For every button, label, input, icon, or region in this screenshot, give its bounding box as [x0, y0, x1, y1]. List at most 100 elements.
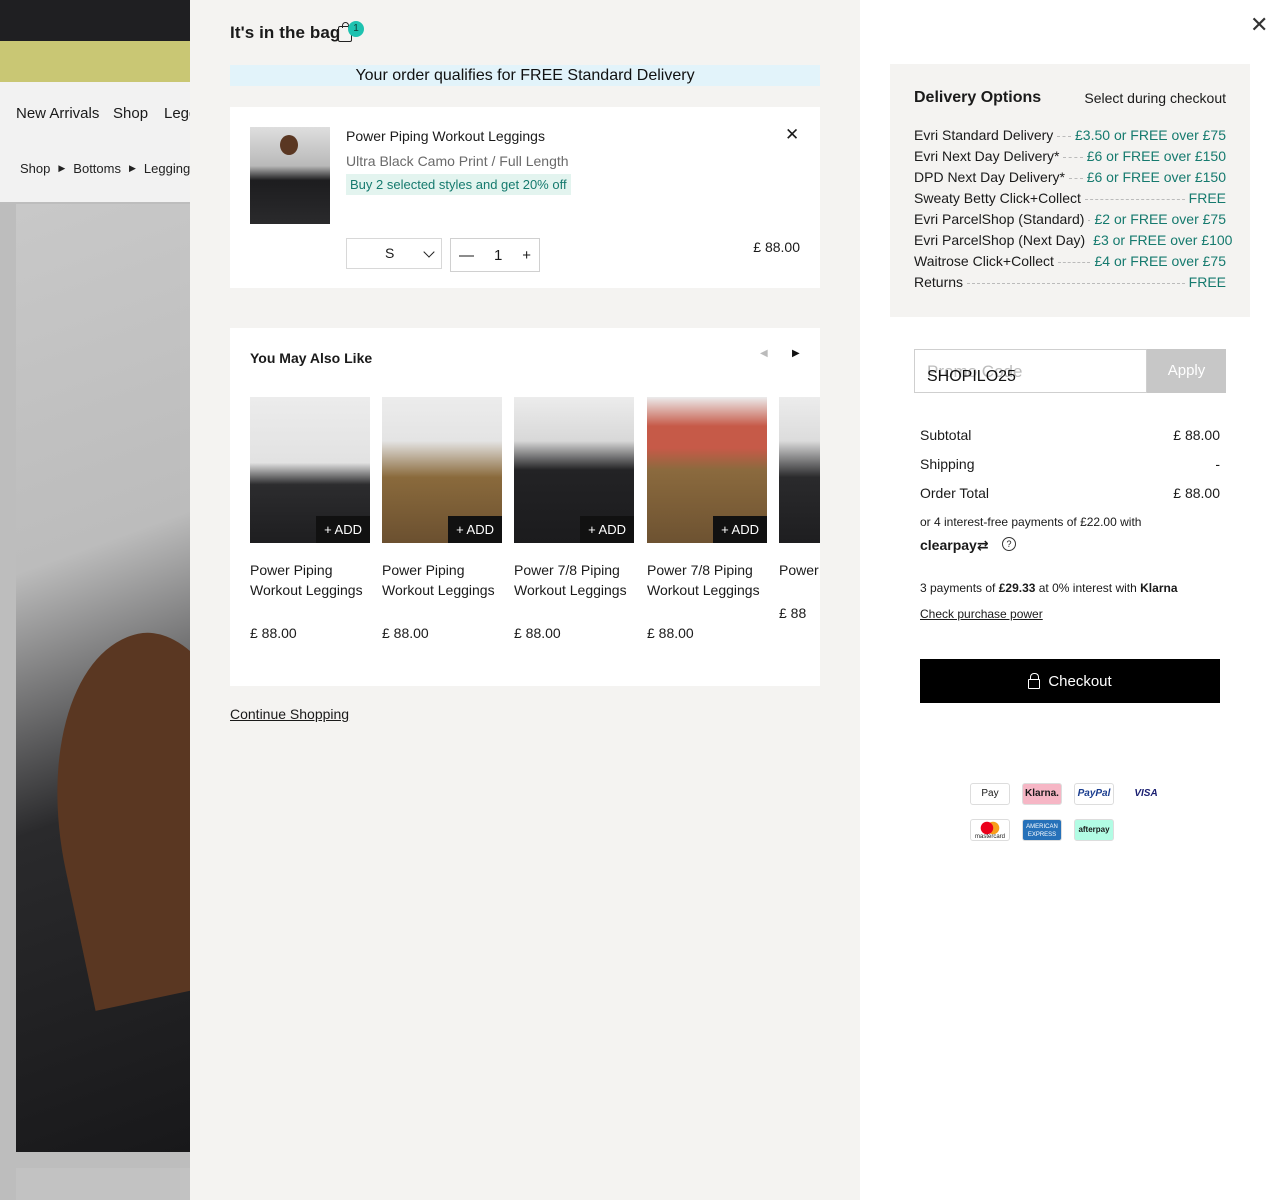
afterpay-icon: afterpay — [1074, 819, 1114, 841]
delivery-price: £6 or FREE over £150 — [1086, 148, 1226, 164]
continue-shopping-link[interactable]: Continue Shopping — [230, 706, 349, 722]
recommendations: You May Also Like ◀ ▶ + ADD Power Piping… — [230, 328, 820, 686]
product-name[interactable]: Power Piping Workout Leggings — [382, 560, 502, 600]
free-delivery-banner: Your order qualifies for FREE Standard D… — [230, 65, 820, 86]
recommended-product[interactable]: + ADD Power Piping Workout Leggings £ 88… — [250, 397, 370, 641]
size-value: S — [385, 245, 395, 261]
order-total-row: Order Total £ 88.00 — [920, 485, 1220, 501]
delivery-title: Delivery Options — [914, 89, 1042, 106]
delivery-row: Returns FREE — [914, 274, 1226, 290]
leader-dots — [967, 283, 1185, 284]
klarna-middle: at 0% interest with — [1035, 581, 1141, 595]
product-price: £ 88.00 — [647, 625, 694, 641]
checkout-button[interactable]: Checkout — [920, 659, 1220, 703]
leader-dots — [1088, 220, 1091, 221]
amex-icon: AMERICAN EXPRESS — [1022, 819, 1062, 841]
klarna-prefix: 3 payments of — [920, 581, 999, 595]
delivery-row: Evri ParcelShop (Next Day) £3 or FREE ove… — [914, 232, 1232, 248]
clearpay-text: or 4 interest-free payments of £22.00 wi… — [920, 515, 1142, 529]
item-price: £ 88.00 — [753, 239, 800, 255]
decrease-quantity-button[interactable]: — — [459, 247, 474, 264]
quantity-value[interactable]: 1 — [494, 247, 502, 264]
delivery-price: FREE — [1188, 274, 1226, 290]
promo-code-input[interactable]: Promo Code SHOPILO25 — [914, 349, 1147, 393]
product-name[interactable]: Power 7/8 Piping Workout Leggings — [514, 560, 634, 600]
product-image[interactable]: + ADD — [382, 397, 502, 543]
add-to-bag-button[interactable]: + ADD — [580, 516, 634, 543]
check-purchase-power-link[interactable]: Check purchase power — [920, 607, 1043, 621]
shipping-value: - — [1215, 456, 1220, 472]
delivery-subtitle: Select during checkout — [1084, 90, 1226, 106]
subtotal-row: Subtotal £ 88.00 — [920, 427, 1220, 443]
leader-dots — [1063, 157, 1083, 158]
size-select[interactable]: S — [346, 238, 442, 269]
breadcrumb-shop[interactable]: Shop — [20, 161, 50, 176]
delivery-method: Waitrose Click+Collect — [914, 253, 1054, 269]
breadcrumb-arrow-icon: ▶ — [58, 163, 66, 173]
nav-new-arrivals[interactable]: New Arrivals — [16, 105, 99, 122]
klarna-icon: Klarna. — [1022, 783, 1062, 805]
delivery-row: DPD Next Day Delivery* £6 or FREE over £1… — [914, 169, 1226, 185]
apply-promo-button[interactable]: Apply — [1147, 349, 1226, 393]
shipping-row: Shipping - — [920, 456, 1220, 472]
breadcrumb-leggings[interactable]: Leggings — [144, 161, 197, 176]
order-total-value: £ 88.00 — [1173, 485, 1220, 501]
breadcrumb-arrow-icon: ▶ — [128, 163, 136, 173]
delivery-price: £6 or FREE over £150 — [1086, 169, 1226, 185]
add-to-bag-button[interactable]: + ADD — [713, 516, 767, 543]
recommended-product[interactable]: + ADD Power Piping Workout Leggings £ 88… — [382, 397, 502, 641]
shipping-label: Shipping — [920, 456, 975, 472]
delivery-row: Evri Next Day Delivery* £6 or FREE over £… — [914, 148, 1226, 164]
product-image[interactable]: + ADD — [514, 397, 634, 543]
carousel-prev-icon[interactable]: ◀ — [760, 348, 768, 359]
breadcrumb: Shop ▶ Bottoms ▶ Leggings — [20, 161, 197, 176]
checkout-label: Checkout — [1048, 672, 1112, 690]
info-icon[interactable]: ? — [1002, 537, 1016, 551]
remove-item-button[interactable]: ✕ — [785, 125, 799, 145]
clearpay-logo: clearpay⇄ — [920, 537, 989, 553]
delivery-price: £3 or FREE over £100 — [1093, 232, 1233, 248]
leader-dots — [1057, 136, 1072, 137]
product-name[interactable]: Power Workout — [779, 560, 820, 580]
delivery-method: Evri ParcelShop (Next Day) — [914, 232, 1086, 248]
product-image[interactable] — [779, 397, 820, 543]
delivery-method: Sweaty Betty Click+Collect — [914, 190, 1081, 206]
bag-drawer: It's in the bag 1 Your order qualifies f… — [190, 0, 860, 1200]
delivery-row: Waitrose Click+Collect £4 or FREE over £7… — [914, 253, 1226, 269]
klarna-logo: Klarna — [1140, 581, 1178, 595]
recommended-product[interactable]: + ADD Power 7/8 Piping Workout Leggings … — [647, 397, 767, 641]
carousel-next-icon[interactable]: ▶ — [792, 348, 800, 359]
breadcrumb-bottoms[interactable]: Bottoms — [73, 161, 121, 176]
delivery-row: Evri ParcelShop (Standard) £2 or FREE ove… — [914, 211, 1226, 227]
order-summary: Delivery Options Select during checkout … — [860, 0, 1280, 1200]
product-name[interactable]: Power 7/8 Piping Workout Leggings — [647, 560, 767, 600]
close-icon[interactable]: ✕ — [1250, 12, 1268, 38]
bag-title: It's in the bag — [230, 23, 341, 42]
delivery-price: £4 or FREE over £75 — [1094, 253, 1226, 269]
recommended-product[interactable]: Power Workout £ 88 — [779, 397, 820, 621]
leader-dots — [1084, 199, 1185, 200]
order-total-label: Order Total — [920, 485, 989, 501]
bag-count-badge: 1 — [348, 21, 364, 37]
delivery-method: Evri ParcelShop (Standard) — [914, 211, 1085, 227]
recommended-product[interactable]: + ADD Power 7/8 Piping Workout Leggings … — [514, 397, 634, 641]
subtotal-value: £ 88.00 — [1173, 427, 1220, 443]
increase-quantity-button[interactable]: + — [522, 247, 531, 264]
klarna-text: 3 payments of £29.33 at 0% interest with… — [920, 581, 1178, 595]
item-image[interactable] — [250, 127, 330, 224]
add-to-bag-button[interactable]: + ADD — [316, 516, 370, 543]
product-name[interactable]: Power Piping Workout Leggings — [250, 560, 370, 600]
product-price: £ 88.00 — [250, 625, 297, 641]
nav-shop[interactable]: Shop — [113, 105, 148, 122]
delivery-method: DPD Next Day Delivery* — [914, 169, 1065, 185]
item-name[interactable]: Power Piping Workout Leggings — [346, 128, 545, 144]
product-image[interactable]: + ADD — [647, 397, 767, 543]
delivery-price: FREE — [1188, 190, 1226, 206]
visa-icon: VISA — [1126, 783, 1166, 805]
add-to-bag-button[interactable]: + ADD — [448, 516, 502, 543]
paypal-icon: PayPal — [1074, 783, 1114, 805]
product-image[interactable]: + ADD — [250, 397, 370, 543]
delivery-price: £3.50 or FREE over £75 — [1075, 127, 1226, 143]
recommendations-title: You May Also Like — [250, 350, 373, 366]
product-price: £ 88.00 — [514, 625, 561, 641]
